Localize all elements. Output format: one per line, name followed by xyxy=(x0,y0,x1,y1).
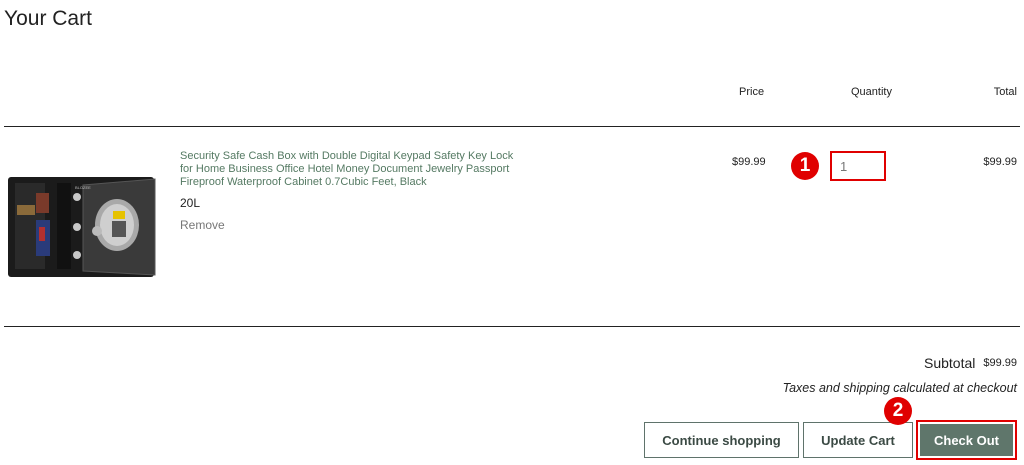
price-column-header: Price xyxy=(739,86,765,98)
continue-shopping-button[interactable]: Continue shopping xyxy=(644,422,799,458)
page-title: Your Cart xyxy=(4,7,92,30)
header-divider xyxy=(4,126,1020,127)
quantity-column-header: Quantity xyxy=(851,86,892,98)
safe-box-image: BLOZEE xyxy=(5,175,156,279)
product-variant: 20L xyxy=(180,196,201,210)
quantity-input[interactable] xyxy=(830,151,886,181)
item-price: $99.99 xyxy=(732,156,766,168)
check-out-button[interactable]: Check Out xyxy=(916,420,1017,460)
subtotal-label: Subtotal xyxy=(924,355,976,371)
svg-text:BLOZEE: BLOZEE xyxy=(75,185,91,190)
footer-divider xyxy=(4,326,1020,327)
tax-note: Taxes and shipping calculated at checkou… xyxy=(782,381,1017,395)
remove-link[interactable]: Remove xyxy=(180,218,225,232)
product-image[interactable]: BLOZEE xyxy=(5,175,156,279)
total-column-header: Total xyxy=(993,86,1017,98)
item-total: $99.99 xyxy=(983,156,1017,168)
product-name-link[interactable]: Security Safe Cash Box with Double Digit… xyxy=(180,150,520,189)
update-cart-button[interactable]: Update Cart xyxy=(803,422,913,458)
subtotal-value: $99.99 xyxy=(983,357,1017,369)
annotation-marker-1: 1 xyxy=(791,152,819,180)
annotation-marker-2: 2 xyxy=(884,397,912,425)
